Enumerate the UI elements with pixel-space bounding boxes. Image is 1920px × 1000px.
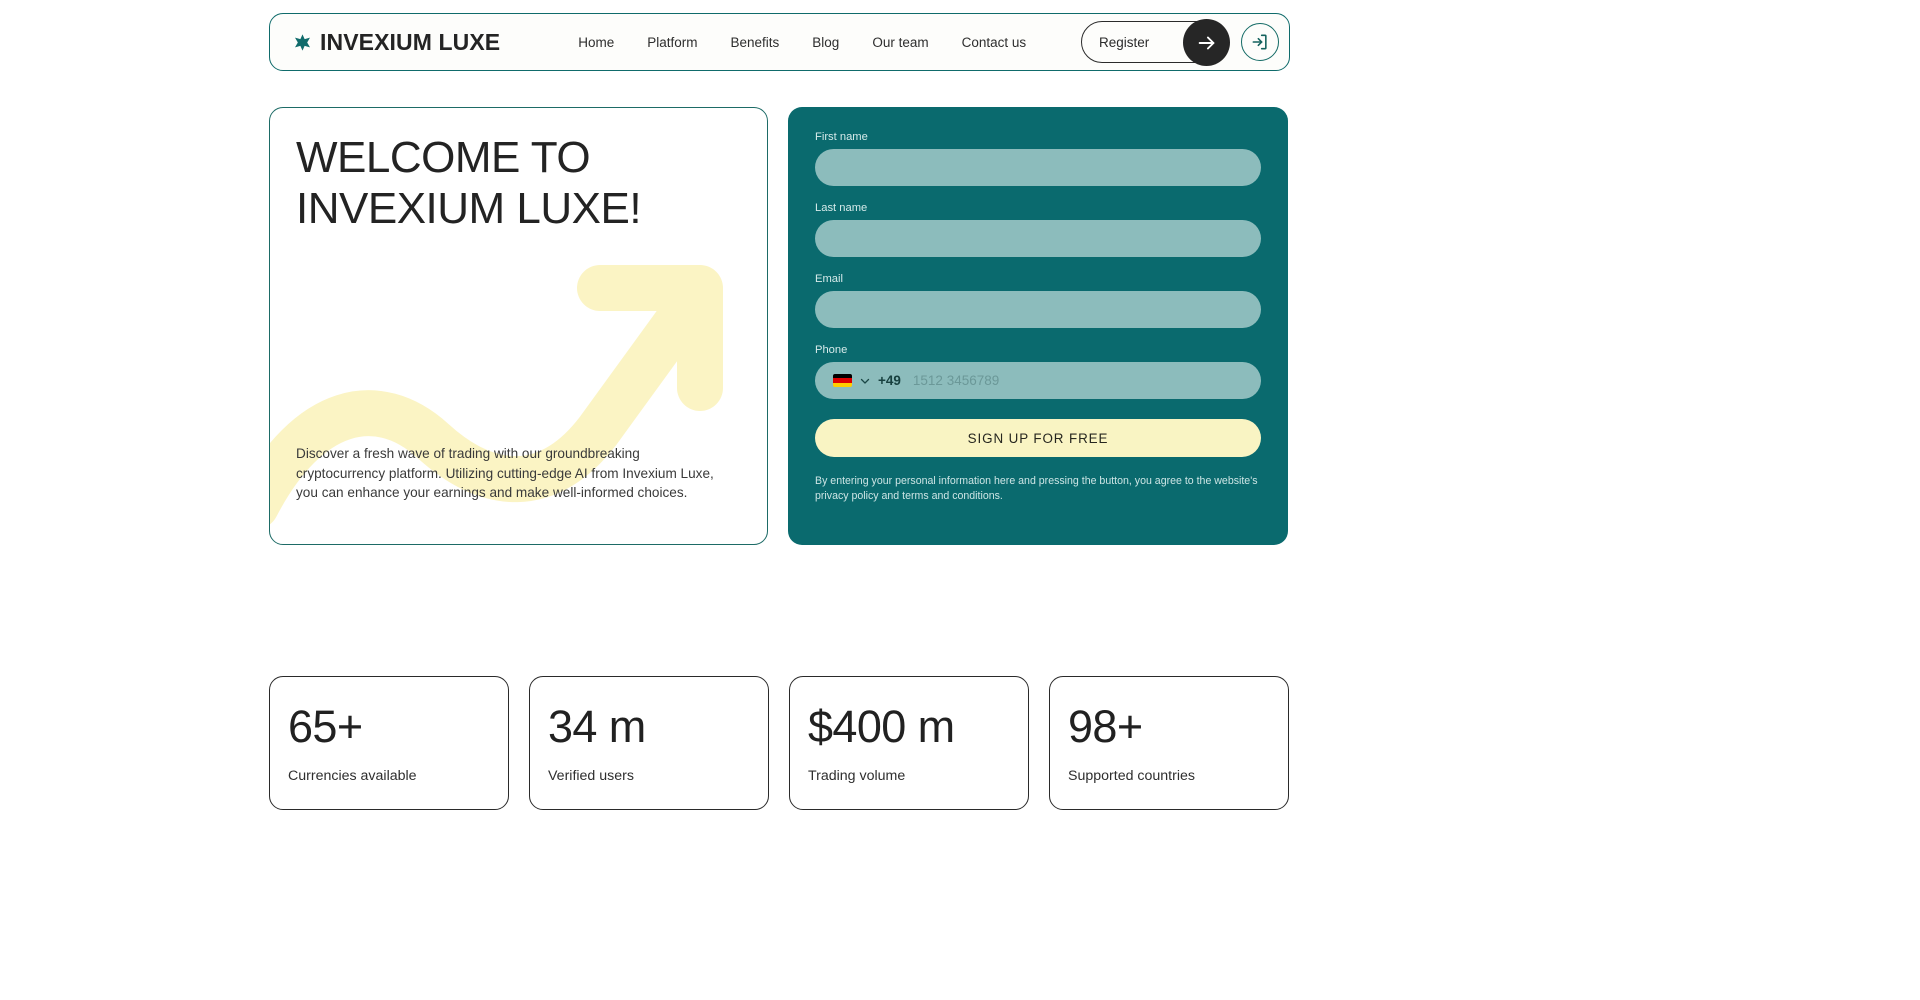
stat-card-supported-countries: 98+ Supported countries [1049, 676, 1289, 810]
stat-label: Supported countries [1068, 768, 1195, 784]
login-enter-icon [1252, 34, 1267, 50]
stat-label: Trading volume [808, 768, 906, 784]
nav-item-platform[interactable]: Platform [647, 35, 697, 50]
stat-card-trading-volume: $400 m Trading volume [789, 676, 1029, 810]
stat-value: 65+ [288, 701, 363, 752]
hero-card: WELCOME TO INVEXIUM LUXE! Discover a fre… [269, 107, 768, 545]
arrow-right-icon [1198, 36, 1214, 49]
hero-title: WELCOME TO INVEXIUM LUXE! [296, 133, 642, 233]
main-navigation: Home Platform Benefits Blog Our team Con… [578, 35, 1026, 50]
nav-item-contact-us[interactable]: Contact us [962, 35, 1027, 50]
nav-item-home[interactable]: Home [578, 35, 614, 50]
first-name-input[interactable] [815, 149, 1261, 186]
first-name-label: First name [815, 131, 868, 143]
email-field-group: Email [815, 273, 1261, 328]
phone-label: Phone [815, 344, 848, 356]
signup-form-panel: First name Last name Email Phone +49 151… [788, 107, 1288, 545]
site-header: INVEXIUM LUXE Home Platform Benefits Blo… [269, 13, 1290, 71]
stat-card-verified-users: 34 m Verified users [529, 676, 769, 810]
form-disclaimer: By entering your personal information he… [815, 475, 1258, 502]
stat-label: Currencies available [288, 768, 417, 784]
nav-item-benefits[interactable]: Benefits [731, 35, 780, 50]
phone-input-row: +49 [815, 362, 1261, 399]
nav-item-our-team[interactable]: Our team [872, 35, 928, 50]
signup-button[interactable]: SIGN UP FOR FREE [815, 419, 1261, 457]
login-button[interactable] [1241, 23, 1279, 61]
register-button[interactable]: Register [1081, 19, 1230, 66]
stat-value: 34 m [548, 701, 646, 752]
brand-name: INVEXIUM LUXE [320, 28, 501, 55]
last-name-input[interactable] [815, 220, 1261, 257]
brand-logo[interactable]: INVEXIUM LUXE [294, 29, 500, 56]
nav-item-blog[interactable]: Blog [812, 35, 839, 50]
first-name-field-group: First name [815, 131, 1261, 186]
phone-field-group: Phone +49 [815, 344, 1261, 399]
chevron-down-icon[interactable] [859, 375, 871, 387]
phone-number-input[interactable] [907, 373, 1247, 388]
flag-germany-icon[interactable] [833, 374, 852, 387]
email-label: Email [815, 273, 843, 285]
stat-card-currencies: 65+ Currencies available [269, 676, 509, 810]
email-input[interactable] [815, 291, 1261, 328]
landing-page: INVEXIUM LUXE Home Platform Benefits Blo… [0, 0, 1920, 1000]
phone-dial-code: +49 [878, 373, 901, 388]
last-name-field-group: Last name [815, 202, 1261, 257]
register-button-label: Register [1099, 34, 1150, 50]
header-actions: Register [1081, 19, 1279, 66]
last-name-label: Last name [815, 202, 868, 214]
stat-value: $400 m [808, 701, 955, 752]
stats-row: 65+ Currencies available 34 m Verified u… [269, 676, 1290, 810]
stat-label: Verified users [548, 768, 634, 784]
hero-description: Discover a fresh wave of trading with ou… [296, 446, 714, 501]
register-arrow-circle[interactable] [1183, 19, 1230, 66]
six-point-star-icon [294, 33, 311, 51]
stat-value: 98+ [1068, 701, 1143, 752]
